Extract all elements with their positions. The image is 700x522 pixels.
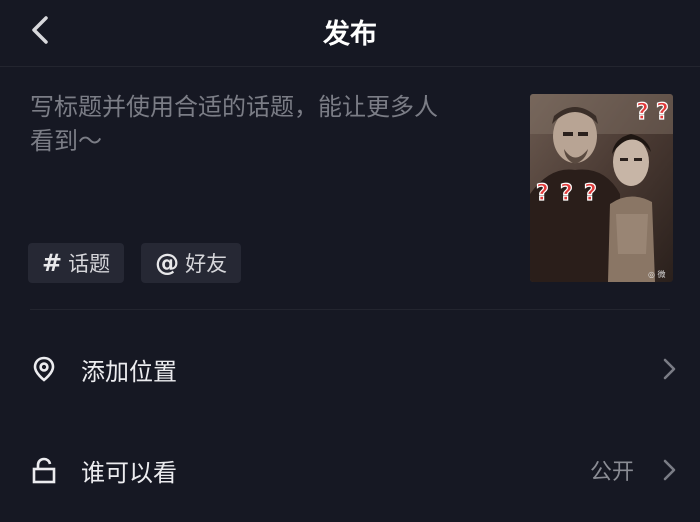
visibility-label: 谁可以看 [81, 458, 177, 487]
add-location-row[interactable]: 添加位置 [0, 339, 700, 399]
add-location-label: 添加位置 [81, 357, 177, 386]
location-pin-icon [33, 356, 55, 382]
chip-row: # 话题 @ 好友 [28, 243, 242, 283]
question-mark-4: ? [560, 181, 573, 206]
caption-input[interactable]: 写标题并使用合适的话题，能让更多人 看到～ [30, 90, 510, 158]
chevron-right-icon [663, 459, 676, 481]
visibility-value: 公开 [589, 460, 634, 485]
section-divider [30, 309, 670, 310]
watermark: ◎ 微 [648, 269, 666, 279]
question-mark-1: ? [636, 100, 649, 125]
unlock-icon [32, 457, 56, 484]
hashtag-icon: # [42, 249, 63, 277]
cover-image: ? ? ? ? ? ◎ 微 [530, 94, 673, 282]
cover-thumbnail[interactable]: ? ? ? ? ? ◎ 微 [530, 94, 673, 282]
visibility-row[interactable]: 谁可以看 公开 [0, 440, 700, 500]
mention-chip-label: 好友 [185, 252, 228, 276]
caption-placeholder-line-2: 看到～ [30, 127, 102, 155]
chevron-right-icon [663, 358, 676, 380]
page-title: 发布 [323, 19, 377, 50]
topic-chip[interactable]: # 话题 [28, 243, 125, 283]
question-mark-2: ? [656, 100, 669, 125]
question-mark-5: ? [584, 181, 597, 206]
question-mark-3: ? [536, 181, 549, 206]
mention-chip[interactable]: @ 好友 [141, 243, 242, 283]
at-icon: @ [155, 249, 180, 277]
top-bar: 发布 [0, 0, 700, 67]
caption-placeholder-line-1: 写标题并使用合适的话题，能让更多人 [30, 93, 438, 121]
topic-chip-label: 话题 [68, 252, 111, 276]
